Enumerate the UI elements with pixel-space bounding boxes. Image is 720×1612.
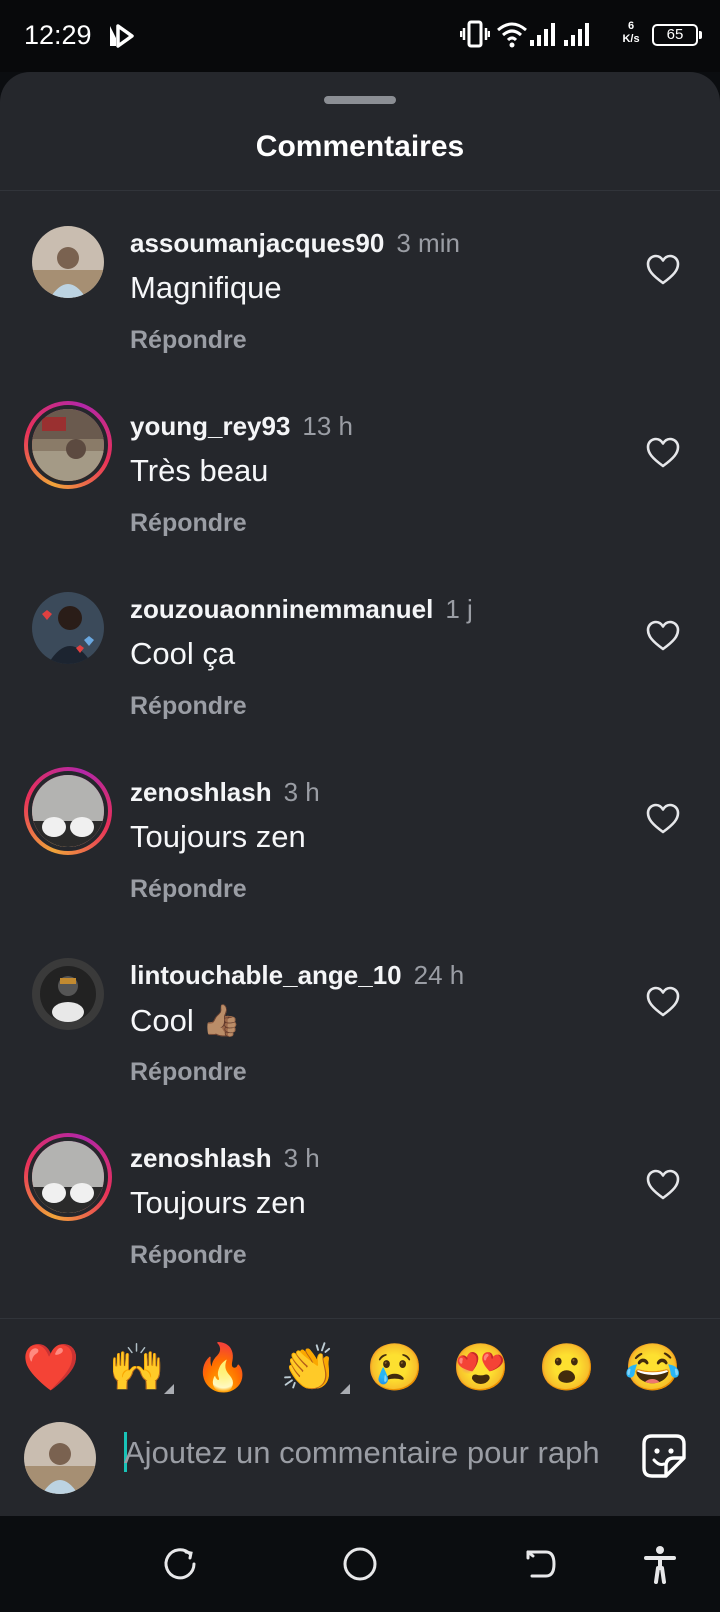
comment-input[interactable] [124, 1430, 614, 1476]
reaction-laughing[interactable]: 😂 [624, 1338, 682, 1396]
heart-outline-icon[interactable] [646, 620, 680, 652]
comment-username[interactable]: assoumanjacques90 3 min [130, 228, 460, 259]
reply-button[interactable]: Répondre [130, 1241, 247, 1270]
reply-button[interactable]: Répondre [130, 692, 247, 721]
sticker-icon[interactable] [640, 1432, 688, 1480]
comment-time: 3 min [396, 228, 460, 258]
comments-sheet: Commentaires assoumanjacques90 3 min Magn… [0, 72, 720, 1516]
reaction-crying[interactable]: 😢 [366, 1338, 424, 1396]
avatar[interactable] [32, 592, 104, 664]
reply-button[interactable]: Répondre [130, 326, 247, 355]
home-icon[interactable] [340, 1544, 380, 1584]
avatar[interactable] [32, 958, 104, 1030]
comment-username[interactable]: young_rey93 13 h [130, 411, 353, 442]
reaction-fire[interactable]: 🔥 [194, 1338, 252, 1396]
comment-username[interactable]: zenoshlash 3 h [130, 777, 320, 808]
comment-item: young_rey93 13 h Très beau Répondre [0, 395, 720, 578]
heart-outline-icon[interactable] [646, 986, 680, 1018]
avatar-with-story-ring[interactable] [24, 401, 112, 489]
comment-item: zouzouaonninemmanuel 1 j Cool ça Répondre [0, 578, 720, 761]
reply-button[interactable]: Répondre [130, 875, 247, 904]
reaction-heart-eyes[interactable]: 😍 [452, 1338, 510, 1396]
comment-username[interactable]: zouzouaonninemmanuel 1 j [130, 594, 473, 625]
back-icon[interactable] [520, 1544, 560, 1584]
comment-item: zenoshlash 3 h Toujours zen Répondre [0, 761, 720, 944]
signal-icon [530, 23, 555, 46]
reply-button[interactable]: Répondre [130, 509, 247, 538]
heart-outline-icon[interactable] [646, 1169, 680, 1201]
comment-list[interactable]: assoumanjacques90 3 min Magnifique Répond… [0, 212, 720, 1310]
divider [0, 1318, 720, 1319]
comment-text: Très beau [130, 453, 269, 488]
avatar[interactable] [32, 226, 104, 298]
comment-item: assoumanjacques90 3 min Magnifique Répond… [0, 212, 720, 395]
comment-item: lintouchable_ange_10 24 h Cool 👍🏽 Répondr… [0, 944, 720, 1127]
comment-time: 1 j [445, 594, 473, 624]
skin-tone-indicator [164, 1384, 174, 1394]
heart-outline-icon[interactable] [646, 254, 680, 286]
status-bar: 12:29 6 K/s 65 [0, 0, 720, 72]
reaction-surprised[interactable]: 😮 [538, 1338, 596, 1396]
avatar-with-story-ring[interactable] [24, 767, 112, 855]
avatar-with-story-ring[interactable] [24, 1133, 112, 1221]
comment-item: zenoshlash 3 h Toujours zen Répondre [0, 1127, 720, 1310]
reaction-heart[interactable]: ❤️ [22, 1338, 80, 1396]
comment-text: Toujours zen [130, 819, 306, 854]
skin-tone-indicator [340, 1384, 350, 1394]
comment-username[interactable]: lintouchable_ange_10 24 h [130, 960, 464, 991]
comment-time: 3 h [283, 1143, 320, 1173]
comment-text: Cool 👍🏽 [130, 1003, 241, 1038]
heart-outline-icon[interactable] [646, 803, 680, 835]
drag-handle[interactable] [324, 96, 396, 104]
comment-time: 3 h [283, 777, 320, 807]
comment-text: Toujours zen [130, 1185, 306, 1220]
vibrate-icon [460, 20, 490, 48]
signal-icon [564, 23, 589, 46]
comment-time: 13 h [302, 411, 354, 441]
navigation-bar [0, 1516, 720, 1612]
reaction-clap[interactable]: 👏 [280, 1338, 338, 1396]
wifi-icon [497, 22, 527, 48]
comment-username[interactable]: zenoshlash 3 h [130, 1143, 320, 1174]
network-speed: 6 K/s [622, 20, 640, 45]
divider [0, 190, 720, 191]
quick-reactions-bar: ❤️ 🙌 🔥 👏 😢 😍 😮 😂 [0, 1338, 720, 1398]
heart-outline-icon[interactable] [646, 437, 680, 469]
media-play-icon [110, 24, 134, 48]
recents-icon[interactable] [160, 1544, 200, 1584]
battery-icon: 65 [652, 24, 702, 46]
comment-text: Magnifique [130, 270, 282, 305]
accessibility-icon[interactable] [640, 1544, 680, 1584]
status-time: 12:29 [24, 20, 92, 50]
reaction-raised-hands[interactable]: 🙌 [108, 1338, 166, 1396]
battery-level: 65 [666, 26, 684, 43]
current-user-avatar [24, 1422, 96, 1494]
sheet-title: Commentaires [255, 130, 465, 163]
comment-time: 24 h [413, 960, 465, 990]
comment-text: Cool ça [130, 636, 236, 671]
reply-button[interactable]: Répondre [130, 1058, 247, 1087]
